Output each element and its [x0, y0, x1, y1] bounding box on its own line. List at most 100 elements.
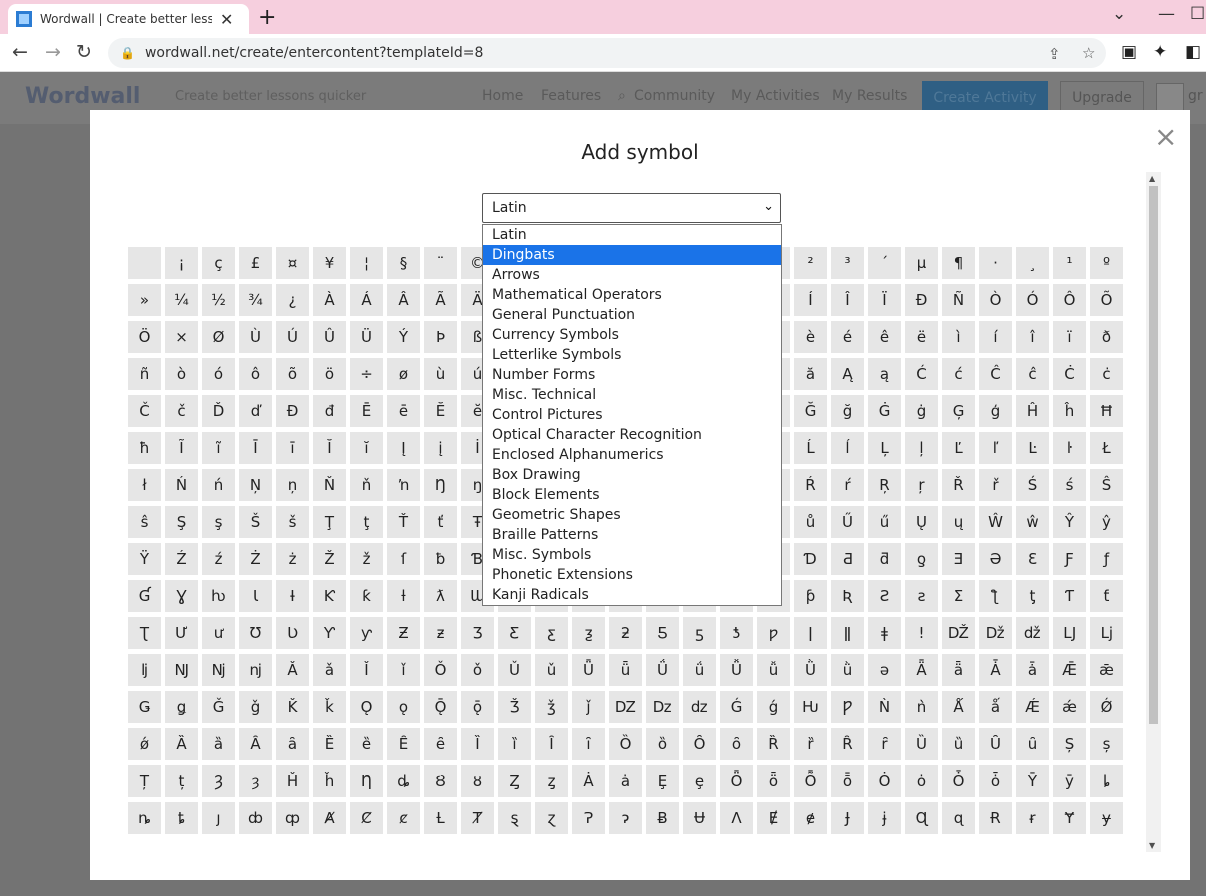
symbol-cell[interactable]: Ô: [1053, 284, 1086, 316]
symbol-cell[interactable]: Ȅ: [313, 728, 346, 760]
symbol-cell[interactable]: Ȳ: [1016, 765, 1049, 797]
symbol-cell[interactable]: Ȟ: [276, 765, 309, 797]
symbol-cell[interactable]: Ɩ: [239, 580, 272, 612]
scrollbar-thumb[interactable]: [1149, 186, 1158, 724]
symbol-cell[interactable]: õ: [276, 358, 309, 390]
symbol-cell[interactable]: Ĩ: [165, 432, 198, 464]
symbol-cell[interactable]: ǯ: [535, 691, 568, 723]
symbol-cell[interactable]: ǻ: [979, 691, 1012, 723]
symbol-cell[interactable]: Ź: [165, 543, 198, 575]
dropdown-option[interactable]: Geometric Shapes: [483, 505, 781, 525]
symbol-cell[interactable]: ǡ: [1016, 654, 1049, 686]
symbol-cell[interactable]: Ģ: [942, 395, 975, 427]
symbol-cell[interactable]: Ȓ: [831, 728, 864, 760]
dropdown-option[interactable]: Braille Patterns: [483, 525, 781, 545]
symbol-cell[interactable]: Ȃ: [239, 728, 272, 760]
symbol-cell[interactable]: »: [128, 284, 161, 316]
symbol-cell[interactable]: §: [387, 247, 420, 279]
symbol-cell[interactable]: Ȏ: [683, 728, 716, 760]
symbol-cell[interactable]: í: [979, 321, 1012, 353]
symbol-cell[interactable]: ǩ: [313, 691, 346, 723]
symbol-cell[interactable]: ȍ: [646, 728, 679, 760]
side-panel-icon[interactable]: ◧: [1185, 42, 1201, 62]
symbol-cell[interactable]: ɂ: [609, 802, 642, 834]
symbol-cell[interactable]: ȩ: [683, 765, 716, 797]
symbol-cell[interactable]: ư: [202, 617, 235, 649]
symbol-cell[interactable]: ȝ: [239, 765, 272, 797]
symbol-cell[interactable]: ȱ: [979, 765, 1012, 797]
symbol-cell[interactable]: Á: [350, 284, 383, 316]
symbol-cell[interactable]: ǂ: [868, 617, 901, 649]
symbol-cell[interactable]: Ć: [905, 358, 938, 390]
symbol-cell[interactable]: ĭ: [350, 432, 383, 464]
symbol-cell[interactable]: Ǧ: [202, 691, 235, 723]
symbol-cell[interactable]: ȥ: [535, 765, 568, 797]
symbol-cell[interactable]: ¡: [165, 247, 198, 279]
symbol-cell[interactable]: ¾: [239, 284, 272, 316]
symbol-cell[interactable]: ȗ: [1016, 728, 1049, 760]
symbol-cell[interactable]: Ĺ: [794, 432, 827, 464]
symbol-cell[interactable]: Ÿ: [128, 543, 161, 575]
symbol-cell[interactable]: ƭ: [1090, 580, 1123, 612]
symbol-cell[interactable]: ƥ: [794, 580, 827, 612]
symbol-cell[interactable]: Ǝ: [942, 543, 975, 575]
symbol-cell[interactable]: ¸: [1016, 247, 1049, 279]
address-bar[interactable]: 🔒 wordwall.net/create/entercontent?templ…: [108, 38, 1106, 68]
symbol-cell[interactable]: Ċ: [1053, 358, 1086, 390]
symbol-cell[interactable]: Ǳ: [609, 691, 642, 723]
symbol-cell[interactable]: ŵ: [1016, 506, 1049, 538]
symbol-cell[interactable]: ǒ: [461, 654, 494, 686]
symbol-cell[interactable]: Ľ: [942, 432, 975, 464]
symbol-cell[interactable]: ƒ: [1090, 543, 1123, 575]
symbol-cell[interactable]: Ē: [350, 395, 383, 427]
symbol-cell[interactable]: Ƿ: [831, 691, 864, 723]
nav-features[interactable]: Features: [541, 88, 601, 104]
symbol-cell[interactable]: ȃ: [276, 728, 309, 760]
symbol-cell[interactable]: Ĉ: [979, 358, 1012, 390]
symbol-cell[interactable]: ȓ: [868, 728, 901, 760]
symbol-cell[interactable]: ȁ: [202, 728, 235, 760]
symbol-cell[interactable]: ½: [202, 284, 235, 316]
symbol-cell[interactable]: Ǒ: [424, 654, 457, 686]
symbol-cell[interactable]: Ğ: [794, 395, 827, 427]
symbol-cell[interactable]: ȡ: [387, 765, 420, 797]
symbol-cell[interactable]: Ȗ: [979, 728, 1012, 760]
symbol-cell[interactable]: ò: [165, 358, 198, 390]
symbol-cell[interactable]: ù: [424, 358, 457, 390]
symbol-cell[interactable]: ¿: [276, 284, 309, 316]
symbol-cell[interactable]: Ʃ: [942, 580, 975, 612]
dropdown-option[interactable]: Dingbats: [483, 245, 781, 265]
symbol-cell[interactable]: ē: [387, 395, 420, 427]
symbol-cell[interactable]: ǧ: [239, 691, 272, 723]
symbol-cell[interactable]: ȼ: [387, 802, 420, 834]
symbol-cell[interactable]: ȇ: [424, 728, 457, 760]
symbol-cell[interactable]: ŀ: [1053, 432, 1086, 464]
symbol-cell[interactable]: ¹: [1053, 247, 1086, 279]
symbol-cell[interactable]: Ǖ: [572, 654, 605, 686]
symbol-cell[interactable]: ƻ: [609, 617, 642, 649]
symbol-cell[interactable]: ɏ: [1090, 802, 1123, 834]
symbol-cell[interactable]: Ȁ: [165, 728, 198, 760]
symbol-cell[interactable]: Ȯ: [868, 765, 901, 797]
browser-tab[interactable]: Wordwall | Create better lessons quicker…: [8, 4, 249, 34]
symbol-cell[interactable]: ɀ: [535, 802, 568, 834]
symbol-cell[interactable]: ·: [979, 247, 1012, 279]
nav-my-results[interactable]: My Results: [832, 88, 907, 104]
symbol-cell[interactable]: Ĥ: [1016, 395, 1049, 427]
symbol-cell[interactable]: ť: [424, 506, 457, 538]
symbol-cell[interactable]: ċ: [1090, 358, 1123, 390]
symbol-cell[interactable]: ȧ: [609, 765, 642, 797]
scroll-down-icon[interactable]: ▼: [1149, 841, 1155, 850]
symbol-cell[interactable]: Ɍ: [979, 802, 1012, 834]
symbol-cell[interactable]: Ñ: [942, 284, 975, 316]
symbol-cell[interactable]: Ŵ: [979, 506, 1012, 538]
symbol-cell[interactable]: Ł: [1090, 432, 1123, 464]
dropdown-option[interactable]: Letterlike Symbols: [483, 345, 781, 365]
symbol-cell[interactable]: Õ: [1090, 284, 1123, 316]
symbol-cell[interactable]: ø: [387, 358, 420, 390]
symbol-cell[interactable]: ș: [1090, 728, 1123, 760]
back-icon[interactable]: ←: [12, 41, 28, 63]
symbol-cell[interactable]: Ĭ: [313, 432, 346, 464]
symbol-cell[interactable]: ƍ: [905, 543, 938, 575]
symbol-cell[interactable]: Ï: [868, 284, 901, 316]
